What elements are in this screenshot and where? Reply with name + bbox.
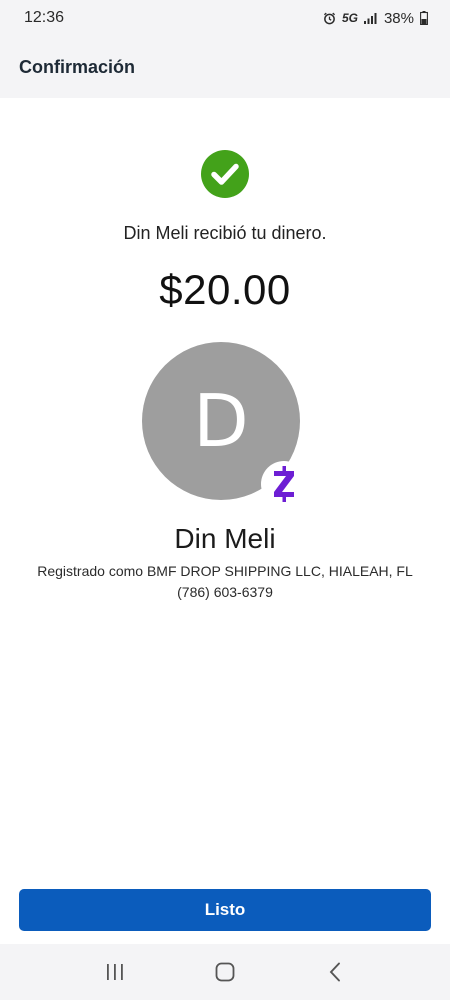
status-bar: 12:36 5G 38% [0,0,450,36]
page-title: Confirmación [19,56,136,77]
confirmation-panel: Din Meli recibió tu dinero. $20.00 D Din… [0,98,450,888]
recent-apps-icon[interactable] [95,952,135,992]
battery-percent: 38% [383,9,414,27]
system-nav-bar [0,944,450,1000]
network-type: 5G [341,11,358,25]
zelle-icon [261,461,307,507]
recipient-registration: Registrado como BMF DROP SHIPPING LLC, H… [37,563,413,579]
app-header: Confirmación [0,36,450,98]
done-button[interactable]: Listo [19,889,431,931]
avatar-initial: D [193,379,249,463]
confirmation-message: Din Meli recibió tu dinero. [123,223,327,243]
recipient-name: Din Meli [174,523,276,554]
amount: $20.00 [159,266,291,313]
recipient-phone: (786) 603-6379 [177,584,273,600]
battery-icon [420,11,428,25]
back-icon[interactable] [315,952,355,992]
status-time: 12:36 [24,9,65,26]
status-indicators: 5G 38% [323,10,428,27]
alarm-icon [323,12,336,25]
home-icon[interactable] [205,952,245,992]
check-circle-icon [201,150,249,198]
signal-icon [363,12,378,24]
